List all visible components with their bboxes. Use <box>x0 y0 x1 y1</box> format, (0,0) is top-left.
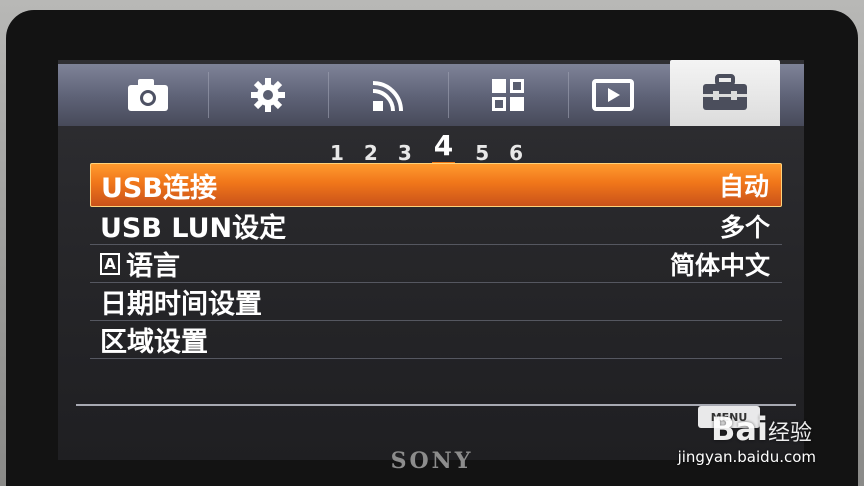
menu-item-label: USB连接 <box>101 172 217 204</box>
camera-body: 1 2 3 4 5 6 USB连接 自动 USB LUN设定 多个 A 语言 简… <box>0 0 864 486</box>
watermark-url: jingyan.baidu.com <box>677 448 816 466</box>
toolbox-icon <box>703 74 747 110</box>
menu-item-usb-connection[interactable]: USB连接 自动 <box>90 163 782 207</box>
menu-item-label: 语言 <box>126 251 180 282</box>
applications-icon <box>492 79 524 111</box>
menu-item-area-setting[interactable]: 区域设置 <box>90 321 782 359</box>
gear-icon <box>251 78 285 112</box>
tab-camera[interactable] <box>88 64 208 126</box>
menu-item-label: 日期时间设置 <box>100 289 262 320</box>
menu-item-label: 区域设置 <box>100 327 208 358</box>
wireless-icon <box>372 81 403 112</box>
tab-playback[interactable] <box>558 64 668 126</box>
menu-item-label-wrap: A 语言 <box>100 244 180 283</box>
menu-item-usb-lun[interactable]: USB LUN设定 多个 <box>90 207 782 245</box>
camera-icon <box>128 79 168 111</box>
language-icon: A <box>100 252 120 275</box>
menu-item-value: 自动 <box>718 172 769 201</box>
page-2[interactable]: 2 <box>364 141 378 165</box>
page-4-current[interactable]: 4 <box>431 130 456 165</box>
page-1[interactable]: 1 <box>330 141 344 165</box>
menu-tab-bar <box>58 60 804 126</box>
lcd-screen: 1 2 3 4 5 6 USB连接 自动 USB LUN设定 多个 A 语言 简… <box>58 60 804 460</box>
watermark-logo: Bai经验 <box>711 410 812 448</box>
page-3[interactable]: 3 <box>398 141 412 165</box>
tab-custom-settings[interactable] <box>208 64 328 126</box>
tab-wireless[interactable] <box>328 64 448 126</box>
menu-item-value: 简体中文 <box>669 250 770 280</box>
setup-menu-list: USB连接 自动 USB LUN设定 多个 A 语言 简体中文 日期时间设置 区… <box>90 163 782 359</box>
page-indicator: 1 2 3 4 5 6 <box>330 130 523 165</box>
tab-setup[interactable] <box>670 60 780 126</box>
divider <box>76 404 796 406</box>
menu-item-date-time[interactable]: 日期时间设置 <box>90 283 782 321</box>
watermark-brand: Bai <box>711 410 768 448</box>
page-6[interactable]: 6 <box>509 141 523 165</box>
menu-item-language[interactable]: A 语言 简体中文 <box>90 245 782 283</box>
menu-item-label: USB LUN设定 <box>100 213 287 244</box>
tab-applications[interactable] <box>448 64 568 126</box>
page-5[interactable]: 5 <box>475 141 489 165</box>
playback-icon <box>592 79 634 111</box>
watermark-suffix: 经验 <box>767 421 812 446</box>
menu-item-value: 多个 <box>719 212 770 242</box>
